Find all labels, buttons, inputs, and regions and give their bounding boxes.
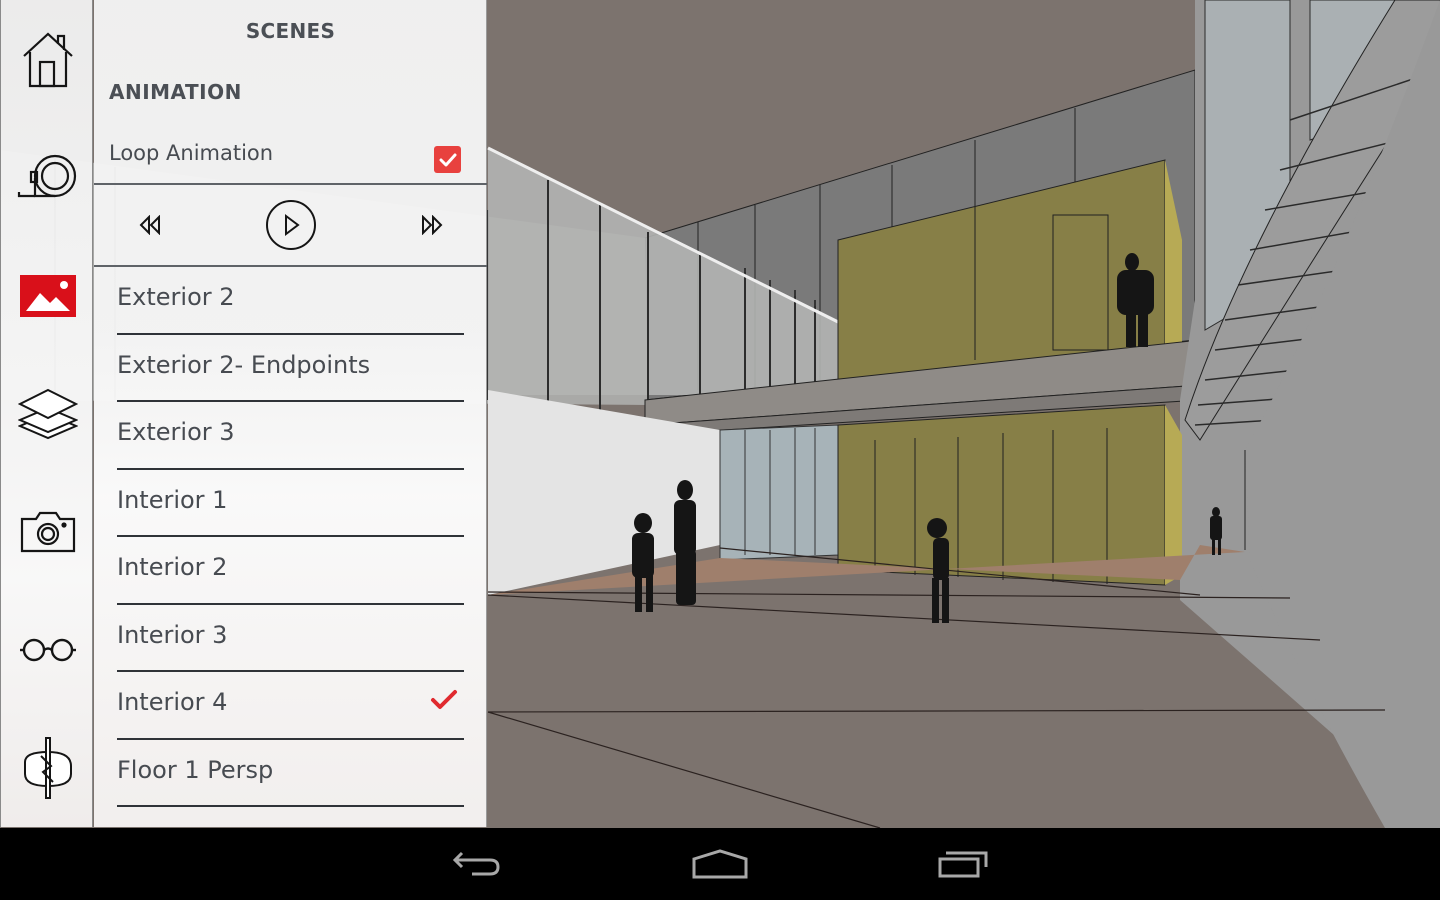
glasses-icon [19, 638, 76, 662]
main-toolbar [0, 0, 93, 827]
toolbar-measure-button[interactable] [1, 138, 94, 218]
scene-label: Interior 2 [117, 553, 228, 581]
toolbar-camera-button[interactable] [1, 492, 94, 572]
scene-label: Interior 4 [117, 688, 228, 716]
play-button[interactable] [264, 185, 318, 265]
scene-label: Exterior 2 [117, 283, 235, 311]
scene-item-interior-1[interactable]: Interior 1 [117, 470, 464, 537]
recent-apps-button[interactable] [924, 842, 1004, 886]
system-navigation-bar [0, 828, 1440, 900]
playback-controls [94, 183, 487, 267]
toolbar-scenes-button[interactable] [1, 256, 94, 336]
scene-item-exterior-2-endpoints[interactable]: Exterior 2- Endpoints [117, 335, 464, 402]
scene-label: Exterior 3 [117, 418, 235, 446]
toolbar-home-button[interactable] [1, 20, 94, 100]
scene-item-floor-1-persp[interactable]: Floor 1 Persp [117, 740, 464, 807]
loop-animation-checkbox[interactable] [434, 146, 461, 173]
loop-animation-label: Loop Animation [109, 141, 274, 165]
scene-item-interior-3[interactable]: Interior 3 [117, 605, 464, 672]
scene-item-interior-4[interactable]: Interior 4 [117, 672, 464, 740]
camera-icon [20, 511, 75, 553]
back-button[interactable] [437, 842, 517, 886]
section-rotate-icon [23, 737, 72, 799]
panel-title: SCENES [245, 19, 336, 43]
toolbar-section-button[interactable] [1, 728, 94, 808]
scenes-panel: SCENES ANIMATION Loop Animation Exterior… [94, 0, 487, 827]
selected-check-icon [430, 689, 458, 715]
scene-label: Interior 1 [117, 485, 228, 514]
fast-forward-icon [422, 215, 443, 235]
scene-item-interior-2[interactable]: Interior 2 [117, 537, 464, 605]
scene-item-exterior-2[interactable]: Exterior 2 [117, 267, 464, 335]
scene-label: Exterior 2- Endpoints [117, 350, 371, 379]
scene-label: Floor 1 Persp [117, 755, 274, 784]
rewind-icon [139, 215, 160, 235]
play-icon [266, 200, 316, 250]
tape-measure-icon [17, 154, 76, 198]
next-scene-button[interactable] [406, 185, 458, 265]
image-icon [19, 275, 76, 317]
home-icon [22, 32, 73, 88]
recent-apps-icon [938, 851, 988, 878]
scene-label: Interior 3 [117, 620, 228, 649]
scene-list: Exterior 2 Exterior 2- Endpoints Exterio… [94, 267, 487, 807]
toolbar-view-button[interactable] [1, 610, 94, 690]
home-nav-icon [692, 849, 748, 879]
layers-icon [17, 388, 78, 440]
back-icon [452, 851, 500, 876]
animation-heading: ANIMATION [109, 80, 242, 104]
previous-scene-button[interactable] [124, 185, 176, 265]
home-button[interactable] [680, 842, 760, 886]
scene-item-exterior-3[interactable]: Exterior 3 [117, 402, 464, 470]
checkmark-icon [439, 153, 456, 166]
toolbar-layers-button[interactable] [1, 374, 94, 454]
